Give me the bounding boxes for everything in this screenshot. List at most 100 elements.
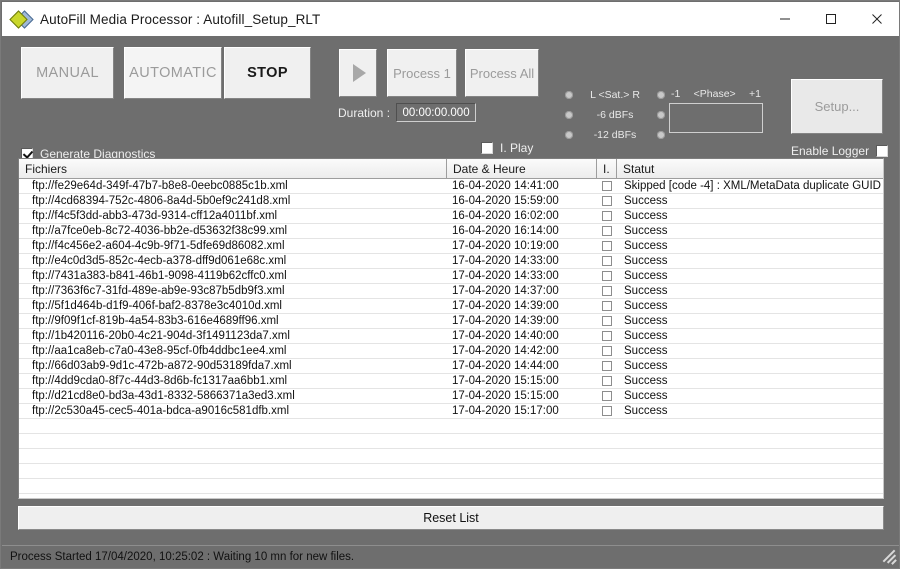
column-header-statut[interactable]: Statut — [617, 159, 883, 178]
row-checkbox-box — [602, 211, 612, 221]
cell-file: ftp://5f1d464b-d1f9-406f-baf2-8378e3c401… — [32, 300, 282, 312]
cell-include-checkbox[interactable] — [597, 209, 617, 223]
cell-include-checkbox[interactable] — [597, 359, 617, 373]
cell-include-checkbox[interactable] — [597, 224, 617, 238]
cell-file: ftp://7431a383-b841-46b1-9098-4119b62cff… — [32, 270, 287, 282]
iplay-label: I. Play — [500, 141, 534, 155]
enable-logger-checkbox[interactable]: Enable Logger — [791, 144, 889, 158]
cell-empty — [447, 449, 597, 463]
cell-empty — [597, 464, 617, 478]
cell-file: ftp://7363f6c7-31fd-489e-ab9e-93c87b5db9… — [32, 285, 285, 297]
cell-date: 17-04-2020 14:33:00 — [452, 270, 559, 282]
cell-include-checkbox[interactable] — [597, 194, 617, 208]
resize-grip-icon[interactable] — [880, 548, 898, 566]
cell-include-checkbox[interactable] — [597, 344, 617, 358]
application-window: AutoFill Media Processor : Autofill_Setu… — [0, 0, 900, 569]
cell-date: 17-04-2020 14:44:00 — [452, 360, 559, 372]
iplay-checkbox-box — [481, 142, 493, 154]
led-row-6dbfs: -6 dBFs — [565, 105, 665, 125]
cell-include-checkbox[interactable] — [597, 389, 617, 403]
table-row-empty — [19, 479, 883, 494]
row-checkbox-box — [602, 241, 612, 251]
cell-include-checkbox[interactable] — [597, 329, 617, 343]
minimize-button[interactable] — [762, 2, 808, 36]
column-header-i[interactable]: I. — [597, 159, 617, 178]
cell-file: ftp://a7fce0eb-8c72-4036-bb2e-d53632f38c… — [32, 225, 288, 237]
led-row-sat: L <Sat.> R — [565, 85, 665, 105]
cell-status: Success — [624, 210, 668, 222]
table-row[interactable]: ftp://4cd68394-752c-4806-8a4d-5b0ef9c241… — [19, 194, 883, 209]
cell-include-checkbox[interactable] — [597, 239, 617, 253]
row-checkbox-box — [602, 256, 612, 266]
close-button[interactable] — [854, 2, 899, 36]
cell-empty — [19, 449, 447, 463]
cell-empty — [617, 479, 883, 493]
table-row[interactable]: ftp://f4c5f3dd-abb3-473d-9314-cff12a4011… — [19, 209, 883, 224]
cell-empty — [19, 494, 447, 498]
title-bar: AutoFill Media Processor : Autofill_Setu… — [2, 2, 899, 36]
cell-status: Success — [624, 225, 668, 237]
cell-status: Success — [624, 315, 668, 327]
setup-button[interactable]: Setup... — [791, 79, 883, 134]
column-header-fichiers[interactable]: Fichiers — [19, 159, 447, 178]
maximize-button[interactable] — [808, 2, 854, 36]
cell-file: ftp://4dd9cda0-8f7c-44d3-8d6b-fc1317aa6b… — [32, 375, 288, 387]
led-right-12dbfs-icon — [657, 131, 665, 139]
app-diamond-icon — [9, 10, 34, 29]
cell-empty — [617, 494, 883, 498]
table-row[interactable]: ftp://9f09f1cf-819b-4a54-83b3-616e4689ff… — [19, 314, 883, 329]
cell-date: 17-04-2020 10:19:00 — [452, 240, 559, 252]
table-row[interactable]: ftp://4dd9cda0-8f7c-44d3-8d6b-fc1317aa6b… — [19, 374, 883, 389]
table-row[interactable]: ftp://7363f6c7-31fd-489e-ab9e-93c87b5db9… — [19, 284, 883, 299]
table-row-empty — [19, 464, 883, 479]
process-all-button[interactable]: Process All — [465, 49, 539, 97]
cell-empty — [597, 494, 617, 498]
table-row[interactable]: ftp://66d03ab9-9d1c-472b-a872-90d53189fd… — [19, 359, 883, 374]
cell-empty — [597, 434, 617, 448]
cell-empty — [597, 419, 617, 433]
column-header-date[interactable]: Date & Heure — [447, 159, 597, 178]
iplay-checkbox[interactable]: I. Play — [481, 141, 533, 155]
table-row[interactable]: ftp://fe29e64d-349f-47b7-b8e8-0eebc0885c… — [19, 179, 883, 194]
file-list[interactable]: Fichiers Date & Heure I. Statut ftp://fe… — [18, 158, 884, 499]
cell-status: Success — [624, 270, 668, 282]
play-button[interactable] — [339, 49, 377, 97]
duration-group: Duration : 00:00:00.000 — [338, 103, 477, 122]
cell-include-checkbox[interactable] — [597, 269, 617, 283]
cell-date: 16-04-2020 16:02:00 — [452, 210, 559, 222]
cell-empty — [617, 464, 883, 478]
phase-min-label: -1 — [671, 88, 681, 100]
cell-include-checkbox[interactable] — [597, 299, 617, 313]
manual-button[interactable]: MANUAL — [21, 47, 114, 99]
table-row[interactable]: ftp://5f1d464b-d1f9-406f-baf2-8378e3c401… — [19, 299, 883, 314]
row-checkbox-box — [602, 391, 612, 401]
table-row[interactable]: ftp://e4c0d3d5-852c-4ecb-a378-dff9d061e6… — [19, 254, 883, 269]
table-row[interactable]: ftp://2c530a45-cec5-401a-bdca-a9016c581d… — [19, 404, 883, 419]
reset-list-button[interactable]: Reset List — [18, 506, 884, 530]
table-row[interactable]: ftp://f4c456e2-a604-4c9b-9f71-5dfe69d860… — [19, 239, 883, 254]
cell-include-checkbox[interactable] — [597, 314, 617, 328]
row-checkbox-box — [602, 271, 612, 281]
cell-empty — [597, 479, 617, 493]
automatic-button[interactable]: AUTOMATIC — [124, 47, 222, 99]
cell-include-checkbox[interactable] — [597, 404, 617, 418]
cell-file: ftp://e4c0d3d5-852c-4ecb-a378-dff9d061e6… — [32, 255, 287, 267]
cell-include-checkbox[interactable] — [597, 179, 617, 193]
cell-date: 16-04-2020 14:41:00 — [452, 180, 559, 192]
cell-file: ftp://66d03ab9-9d1c-472b-a872-90d53189fd… — [32, 360, 292, 372]
led-left-sat-icon — [565, 91, 573, 99]
led-left-6dbfs-icon — [565, 111, 573, 119]
process-1-button[interactable]: Process 1 — [387, 49, 457, 97]
table-row[interactable]: ftp://1b420116-20b0-4c21-904d-3f1491123d… — [19, 329, 883, 344]
cell-empty — [447, 479, 597, 493]
table-row[interactable]: ftp://d21cd8e0-bd3a-43d1-8332-5866371a3e… — [19, 389, 883, 404]
stop-button[interactable]: STOP — [224, 47, 311, 99]
cell-date: 16-04-2020 16:14:00 — [452, 225, 559, 237]
table-row[interactable]: ftp://a7fce0eb-8c72-4036-bb2e-d53632f38c… — [19, 224, 883, 239]
cell-include-checkbox[interactable] — [597, 254, 617, 268]
cell-include-checkbox[interactable] — [597, 284, 617, 298]
cell-include-checkbox[interactable] — [597, 374, 617, 388]
cell-status: Success — [624, 300, 668, 312]
table-row[interactable]: ftp://aa1ca8eb-c7a0-43e8-95cf-0fb4ddbc1e… — [19, 344, 883, 359]
table-row[interactable]: ftp://7431a383-b841-46b1-9098-4119b62cff… — [19, 269, 883, 284]
